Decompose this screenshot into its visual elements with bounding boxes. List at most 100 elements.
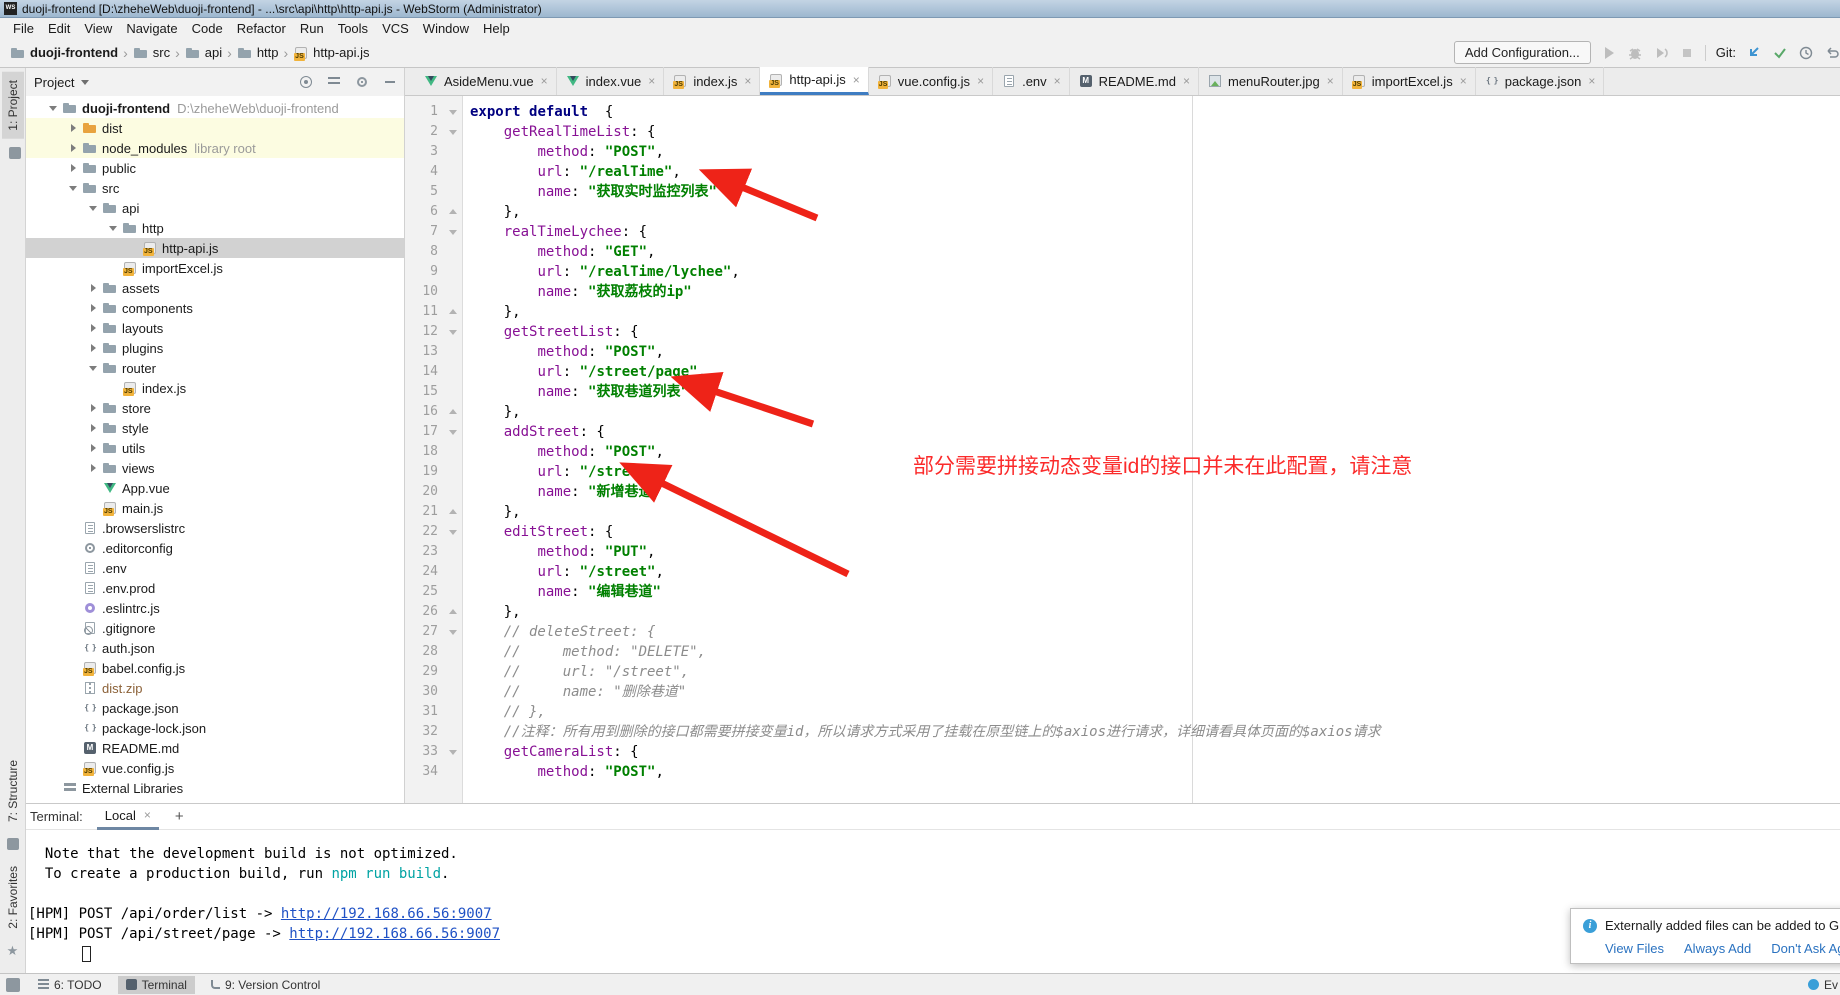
tab-AsideMenu.vue[interactable]: AsideMenu.vue× <box>415 67 557 95</box>
statusbar-6-todo[interactable]: 6: TODO <box>30 976 110 994</box>
chevron-expanded-icon[interactable] <box>86 360 102 376</box>
tree-item-.gitignore[interactable]: .gitignore <box>26 618 404 638</box>
tree-item-importExcel.js[interactable]: importExcel.js <box>26 258 404 278</box>
menu-code[interactable]: Code <box>185 19 230 38</box>
menu-file[interactable]: File <box>6 19 41 38</box>
close-icon[interactable]: × <box>648 74 655 88</box>
project-view-selector[interactable]: Project <box>34 75 89 90</box>
chevron-collapsed-icon[interactable] <box>86 280 102 296</box>
menu-help[interactable]: Help <box>476 19 517 38</box>
fold-marker-icon[interactable] <box>444 602 462 622</box>
locate-file-icon[interactable] <box>298 74 314 90</box>
chevron-expanded-icon[interactable] <box>66 180 82 196</box>
favorites-star-icon[interactable]: ★ <box>7 943 19 959</box>
fold-marker-icon[interactable] <box>444 502 462 522</box>
history-icon[interactable] <box>1798 45 1814 61</box>
chevron-expanded-icon[interactable] <box>86 200 102 216</box>
breadcrumb-item[interactable]: duoji-frontend <box>10 45 118 61</box>
menu-run[interactable]: Run <box>293 19 331 38</box>
tree-item-App.vue[interactable]: App.vue <box>26 478 404 498</box>
menu-window[interactable]: Window <box>416 19 476 38</box>
tree-item-package.json[interactable]: package.json <box>26 698 404 718</box>
tree-item-style[interactable]: style <box>26 418 404 438</box>
tree-item-README.md[interactable]: README.md <box>26 738 404 758</box>
tree-item-vue.config.js[interactable]: vue.config.js <box>26 758 404 778</box>
tree-item-http[interactable]: http <box>26 218 404 238</box>
tree-item-package-lock.json[interactable]: package-lock.json <box>26 718 404 738</box>
close-icon[interactable]: × <box>977 74 984 88</box>
notification-action-don't-ask-agai[interactable]: Don't Ask Agai <box>1771 941 1840 956</box>
tree-item-api[interactable]: api <box>26 198 404 218</box>
event-log-button[interactable]: Ev <box>1808 978 1840 992</box>
terminal-output[interactable]: Note that the development build is not o… <box>26 830 1840 968</box>
chevron-collapsed-icon[interactable] <box>86 460 102 476</box>
git-commit-icon[interactable] <box>1772 45 1788 61</box>
statusbar-terminal[interactable]: Terminal <box>118 976 195 994</box>
chevron-collapsed-icon[interactable] <box>86 340 102 356</box>
tree-item-.eslintrc.js[interactable]: .eslintrc.js <box>26 598 404 618</box>
chevron-collapsed-icon[interactable] <box>66 120 82 136</box>
tree-item-plugins[interactable]: plugins <box>26 338 404 358</box>
breadcrumb-item[interactable]: http <box>237 45 279 61</box>
tree-item-http-api.js[interactable]: http-api.js <box>26 238 404 258</box>
tree-item-dist[interactable]: dist <box>26 118 404 138</box>
rollback-icon[interactable] <box>1824 45 1840 61</box>
close-icon[interactable]: × <box>853 73 860 87</box>
tab-.env[interactable]: .env× <box>993 67 1070 95</box>
menu-edit[interactable]: Edit <box>41 19 77 38</box>
close-icon[interactable]: × <box>1054 74 1061 88</box>
tab-vue.config.js[interactable]: vue.config.js× <box>869 67 993 95</box>
tree-item-utils[interactable]: utils <box>26 438 404 458</box>
chevron-collapsed-icon[interactable] <box>86 400 102 416</box>
fold-marker-icon[interactable] <box>444 222 462 242</box>
fold-marker-icon[interactable] <box>444 622 462 642</box>
breadcrumb-item[interactable]: api <box>185 45 222 61</box>
tool-button-favorites[interactable]: 2: Favorites <box>2 858 24 937</box>
chevron-collapsed-icon[interactable] <box>86 300 102 316</box>
fold-marker-icon[interactable] <box>444 402 462 422</box>
chevron-collapsed-icon[interactable] <box>66 140 82 156</box>
run-icon[interactable] <box>1601 45 1617 61</box>
fold-marker-icon[interactable] <box>444 122 462 142</box>
tree-item-babel.config.js[interactable]: babel.config.js <box>26 658 404 678</box>
menu-vcs[interactable]: VCS <box>375 19 416 38</box>
fold-marker-icon[interactable] <box>444 522 462 542</box>
tool-window-toggle-icon[interactable] <box>6 978 20 992</box>
tab-README.md[interactable]: README.md× <box>1070 67 1199 95</box>
menu-view[interactable]: View <box>77 19 119 38</box>
close-icon[interactable]: × <box>744 74 751 88</box>
tree-item-main.js[interactable]: main.js <box>26 498 404 518</box>
tree-item-.editorconfig[interactable]: .editorconfig <box>26 538 404 558</box>
tree-item-store[interactable]: store <box>26 398 404 418</box>
close-icon[interactable]: × <box>541 74 548 88</box>
tree-item-public[interactable]: public <box>26 158 404 178</box>
chevron-collapsed-icon[interactable] <box>66 160 82 176</box>
git-update-icon[interactable] <box>1746 45 1762 61</box>
debug-icon[interactable] <box>1627 45 1643 61</box>
stop-icon[interactable] <box>1679 45 1695 61</box>
tool-button-structure[interactable]: 7: Structure <box>2 752 24 830</box>
tree-item-layouts[interactable]: layouts <box>26 318 404 338</box>
tree-item-.env[interactable]: .env <box>26 558 404 578</box>
tree-item-index.js[interactable]: index.js <box>26 378 404 398</box>
tab-http-api.js[interactable]: http-api.js× <box>760 67 868 95</box>
tool-button-project[interactable]: 1: Project <box>2 72 24 139</box>
tree-item-src[interactable]: src <box>26 178 404 198</box>
menu-navigate[interactable]: Navigate <box>119 19 184 38</box>
hide-panel-icon[interactable] <box>382 74 398 90</box>
fold-marker-icon[interactable] <box>444 322 462 342</box>
tab-menuRouter.jpg[interactable]: menuRouter.jpg× <box>1199 67 1343 95</box>
breadcrumb-item[interactable]: http-api.js <box>293 45 369 61</box>
tree-item-node_modules[interactable]: node_moduleslibrary root <box>26 138 404 158</box>
tree-item-router[interactable]: router <box>26 358 404 378</box>
tab-index.vue[interactable]: index.vue× <box>557 67 665 95</box>
tree-item-views[interactable]: views <box>26 458 404 478</box>
menu-tools[interactable]: Tools <box>331 19 375 38</box>
fold-marker-icon[interactable] <box>444 202 462 222</box>
chevron-expanded-icon[interactable] <box>106 220 122 236</box>
fold-marker-icon[interactable] <box>444 742 462 762</box>
tab-index.js[interactable]: index.js× <box>664 67 760 95</box>
close-icon[interactable]: × <box>1460 74 1467 88</box>
close-icon[interactable]: × <box>1588 74 1595 88</box>
tree-item-assets[interactable]: assets <box>26 278 404 298</box>
